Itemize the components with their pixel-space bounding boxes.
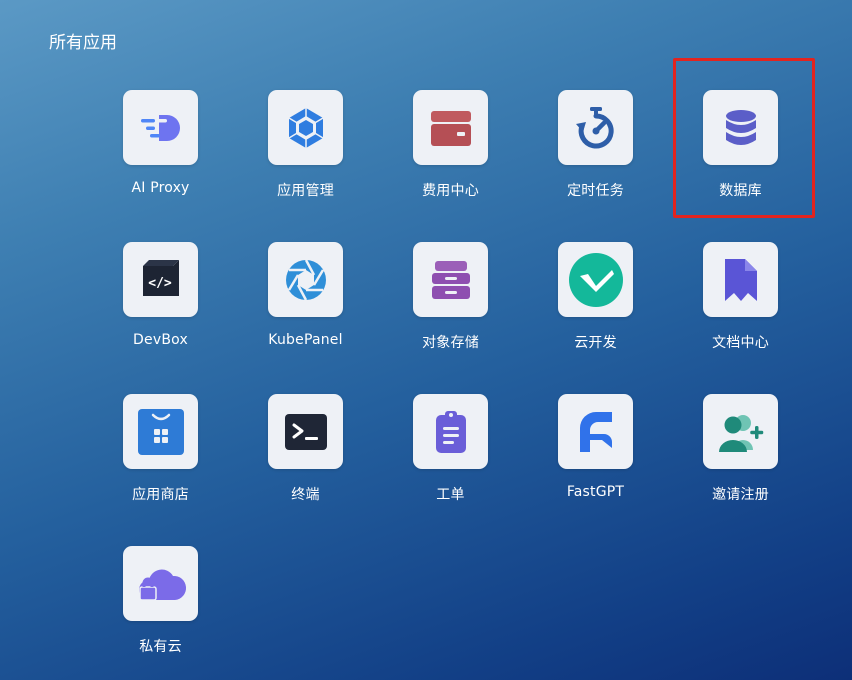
- database-icon: [703, 90, 778, 165]
- drawer-storage-icon: [413, 242, 488, 317]
- app-label: 应用商店: [132, 487, 189, 503]
- app-label: 定时任务: [567, 183, 624, 199]
- section-title: 所有应用: [49, 33, 117, 53]
- app-label: DevBox: [133, 332, 188, 348]
- app-ticket[interactable]: 工单: [395, 394, 506, 508]
- app-billing-center[interactable]: 费用中心: [395, 90, 506, 204]
- add-user-icon: [703, 394, 778, 469]
- ai-proxy-icon: [123, 90, 198, 165]
- stopwatch-icon: [558, 90, 633, 165]
- app-label: AI Proxy: [131, 180, 190, 196]
- app-invite-register[interactable]: 邀请注册: [685, 394, 796, 508]
- app-grid: AI Proxy 应用管理 费用中心 定时任务 数据库 </> DevBox K…: [105, 90, 796, 660]
- app-label: 私有云: [139, 639, 182, 655]
- app-label: 文档中心: [712, 335, 769, 351]
- clipboard-icon: [413, 394, 488, 469]
- app-database[interactable]: 数据库: [685, 90, 796, 204]
- app-ai-proxy[interactable]: AI Proxy: [105, 90, 216, 204]
- app-devbox[interactable]: </> DevBox: [105, 242, 216, 356]
- app-label: 邀请注册: [712, 487, 769, 503]
- terminal-icon: [268, 394, 343, 469]
- aperture-icon: [268, 242, 343, 317]
- app-cloud-dev[interactable]: 云开发: [540, 242, 651, 356]
- cloud-dev-logo-icon: [558, 242, 633, 317]
- fastgpt-logo-icon: [558, 394, 633, 469]
- app-application-management[interactable]: 应用管理: [250, 90, 361, 204]
- app-label: 数据库: [719, 183, 762, 199]
- svg-text:</>: </>: [148, 276, 172, 291]
- app-label: 费用中心: [422, 183, 479, 199]
- app-app-store[interactable]: 应用商店: [105, 394, 216, 508]
- app-scheduled-tasks[interactable]: 定时任务: [540, 90, 651, 204]
- app-documentation[interactable]: 文档中心: [685, 242, 796, 356]
- app-object-storage[interactable]: 对象存储: [395, 242, 506, 356]
- cloud-lock-icon: [123, 546, 198, 621]
- app-kubepanel[interactable]: KubePanel: [250, 242, 361, 356]
- document-bookmark-icon: [703, 242, 778, 317]
- app-management-icon: [268, 90, 343, 165]
- code-box-icon: </>: [123, 242, 198, 317]
- app-label: 终端: [291, 487, 320, 503]
- app-label: KubePanel: [268, 332, 343, 348]
- app-label: 工单: [436, 487, 465, 503]
- app-terminal[interactable]: 终端: [250, 394, 361, 508]
- app-label: 应用管理: [277, 183, 334, 199]
- wallet-icon: [413, 90, 488, 165]
- app-label: FastGPT: [566, 484, 625, 500]
- app-label: 云开发: [574, 335, 617, 351]
- app-label: 对象存储: [422, 335, 479, 351]
- shopping-bag-icon: [123, 394, 198, 469]
- app-fastgpt[interactable]: FastGPT: [540, 394, 651, 508]
- app-private-cloud[interactable]: 私有云: [105, 546, 216, 660]
